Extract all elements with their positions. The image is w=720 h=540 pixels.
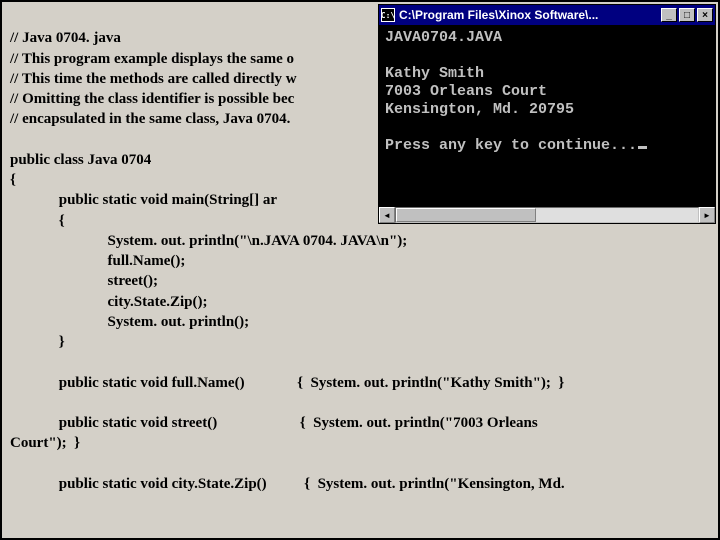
code-line: public static void street() { System. ou… (10, 415, 538, 431)
cursor-icon (638, 146, 647, 149)
scroll-track[interactable] (395, 207, 699, 223)
code-line: public static void full.Name() { System.… (10, 375, 564, 391)
window-title: C:\Program Files\Xinox Software\... (399, 8, 661, 22)
scroll-right-button[interactable]: ► (699, 207, 715, 223)
comment-line: // This program example displays the sam… (10, 51, 294, 67)
title-bar[interactable]: C:\ C:\Program Files\Xinox Software\... … (379, 5, 715, 25)
comment-line: // encapsulated in the same class, Java … (10, 111, 290, 127)
code-line: city.State.Zip(); (10, 294, 207, 310)
code-line: { (10, 172, 16, 188)
code-line: { (10, 213, 65, 229)
code-line: System. out. println("\n.JAVA 0704. JAVA… (10, 233, 407, 249)
maximize-button[interactable]: □ (679, 8, 695, 22)
console-window: C:\ C:\Program Files\Xinox Software\... … (378, 4, 716, 224)
output-line: Press any key to continue... (385, 137, 637, 154)
scroll-thumb[interactable] (396, 208, 536, 222)
comment-line: // Omitting the class identifier is poss… (10, 91, 294, 107)
output-line: 7003 Orleans Court (385, 83, 547, 100)
code-line: public class Java 0704 (10, 152, 151, 168)
code-line: full.Name(); (10, 253, 185, 269)
scroll-left-button[interactable]: ◄ (379, 207, 395, 223)
output-line: Kensington, Md. 20795 (385, 101, 574, 118)
code-line: public static void main(String[] ar (10, 192, 277, 208)
console-output: JAVA0704.JAVA Kathy Smith 7003 Orleans C… (379, 25, 715, 207)
comment-line: // Java 0704. java (10, 30, 121, 46)
close-button[interactable]: × (697, 8, 713, 22)
cmd-icon: C:\ (381, 8, 395, 22)
comment-line: // This time the methods are called dire… (10, 71, 297, 87)
code-line: } (10, 334, 65, 350)
code-line: System. out. println(); (10, 314, 249, 330)
code-line: public static void city.State.Zip() { Sy… (10, 476, 565, 492)
minimize-button[interactable]: _ (661, 8, 677, 22)
horizontal-scrollbar[interactable]: ◄ ► (379, 207, 715, 223)
code-line: Court"); } (10, 435, 80, 451)
code-line: street(); (10, 273, 158, 289)
output-line: Kathy Smith (385, 65, 484, 82)
output-line: JAVA0704.JAVA (385, 29, 502, 46)
